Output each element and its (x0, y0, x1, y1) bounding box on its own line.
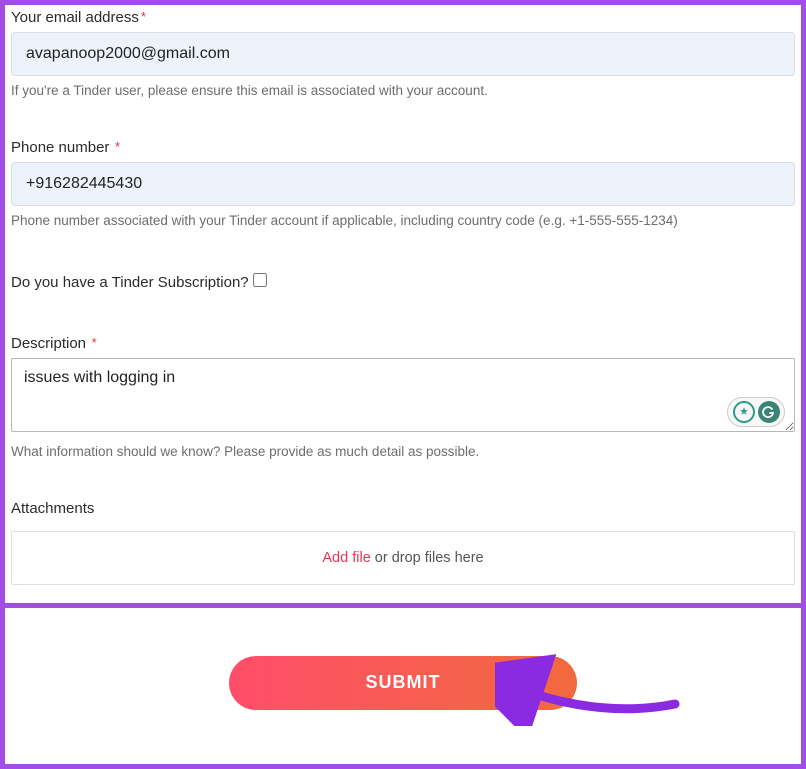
phone-field[interactable] (11, 162, 795, 206)
drop-text: or drop files here (371, 550, 484, 566)
form-panel: Your email address* If you're a Tinder u… (5, 5, 801, 608)
required-asterisk: * (88, 335, 97, 350)
description-help: What information should we know? Please … (11, 443, 795, 462)
grammarly-icon[interactable] (758, 401, 780, 423)
add-file-link[interactable]: Add file (322, 550, 370, 566)
subscription-label: Do you have a Tinder Subscription? (11, 274, 249, 291)
bulb-icon[interactable] (733, 401, 755, 423)
grammar-widget[interactable] (727, 397, 785, 427)
required-asterisk: * (111, 139, 120, 154)
description-field[interactable] (11, 358, 795, 432)
description-group: Description * What information should we… (11, 335, 795, 462)
submit-panel: SUBMIT (5, 608, 801, 710)
attachments-dropzone[interactable]: Add file or drop files here (11, 531, 795, 585)
description-label: Description (11, 335, 86, 352)
subscription-group: Do you have a Tinder Subscription? (11, 265, 795, 297)
phone-group: Phone number * Phone number associated w… (11, 139, 795, 231)
form-frame: Your email address* If you're a Tinder u… (0, 0, 806, 769)
description-wrapper (11, 358, 795, 437)
submit-button[interactable]: SUBMIT (229, 656, 577, 710)
phone-label: Phone number (11, 139, 109, 156)
email-help: If you're a Tinder user, please ensure t… (11, 82, 795, 101)
attachments-group: Attachments Add file or drop files here (11, 500, 795, 585)
required-asterisk: * (141, 9, 146, 24)
subscription-checkbox[interactable] (253, 273, 267, 287)
email-group: Your email address* If you're a Tinder u… (11, 9, 795, 101)
email-label: Your email address (11, 9, 139, 26)
phone-help: Phone number associated with your Tinder… (11, 212, 795, 231)
email-field[interactable] (11, 32, 795, 76)
attachments-label: Attachments (11, 500, 94, 517)
